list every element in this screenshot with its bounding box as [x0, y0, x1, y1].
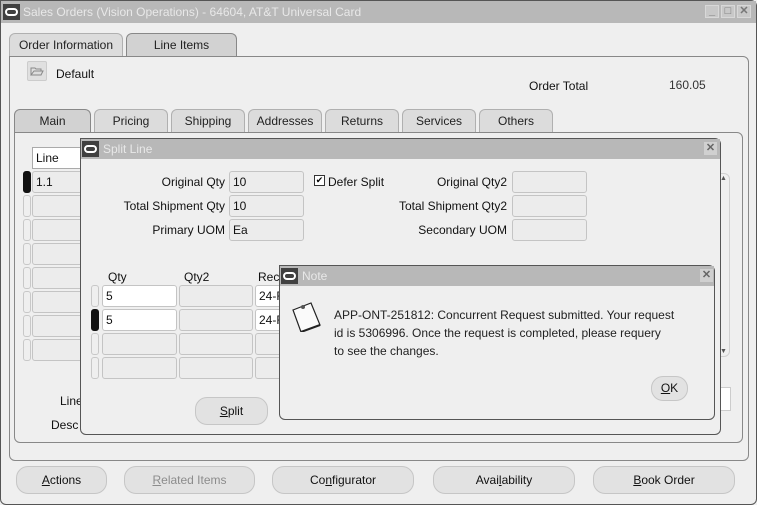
total-shipment-qty2-field[interactable] — [512, 195, 587, 217]
maximize-icon[interactable]: □ — [721, 5, 735, 18]
split-dialog-title: Split Line — [103, 142, 153, 156]
qty-cell[interactable]: 5 — [102, 309, 177, 331]
oracle-logo-icon — [82, 141, 99, 157]
tab-addresses[interactable]: Addresses — [248, 109, 322, 133]
original-qty-field[interactable]: 10 — [229, 171, 304, 193]
window-title: Sales Orders (Vision Operations) - 64604… — [23, 5, 362, 19]
window-titlebar[interactable]: Sales Orders (Vision Operations) - 64604… — [1, 1, 756, 23]
row-indicator[interactable] — [23, 339, 31, 361]
split-row-indicator[interactable] — [91, 333, 99, 355]
note-dialog: Note ✕ APP-ONT-251812: Concurrent Reques… — [279, 265, 715, 420]
actions-button[interactable]: Actions — [16, 466, 107, 494]
minimize-icon[interactable]: _ — [705, 5, 719, 18]
tab-pricing[interactable]: Pricing — [94, 109, 168, 133]
qty-cell[interactable] — [102, 333, 177, 355]
close-icon[interactable]: ✕ — [737, 5, 751, 18]
total-shipment-qty2-label: Total Shipment Qty2 — [398, 199, 507, 213]
order-total-label: Order Total — [529, 79, 589, 93]
folder-label: Default — [56, 67, 95, 81]
tab-order-information[interactable]: Order Information — [9, 33, 123, 57]
qty-cell[interactable] — [102, 357, 177, 379]
total-shipment-qty-label: Total Shipment Qty — [123, 199, 225, 213]
qty-cell[interactable]: 5 — [102, 285, 177, 307]
scroll-up-icon[interactable]: ▲ — [720, 175, 727, 182]
row-indicator[interactable] — [23, 315, 31, 337]
tab-main[interactable]: Main — [14, 109, 91, 133]
tab-others[interactable]: Others — [479, 109, 553, 133]
note-dialog-title: Note — [302, 269, 328, 283]
tab-returns[interactable]: Returns — [325, 109, 399, 133]
order-total-value: 160.05 — [669, 78, 706, 92]
qty2-column-header: Qty2 — [184, 270, 210, 284]
secondary-uom-label: Secondary UOM — [418, 223, 507, 237]
tab-line-items[interactable]: Line Items — [126, 33, 237, 57]
note-dialog-titlebar[interactable]: Note ✕ — [280, 266, 714, 286]
total-shipment-qty-field[interactable]: 10 — [229, 195, 304, 217]
split-dialog-titlebar[interactable]: Split Line ✕ — [81, 139, 720, 159]
primary-uom-label: Primary UOM — [152, 223, 225, 237]
tab-services[interactable]: Services — [402, 109, 476, 133]
secondary-uom-field[interactable] — [512, 219, 587, 241]
desc-label: Desc — [51, 418, 79, 432]
scroll-down-icon[interactable]: ▼ — [720, 348, 727, 355]
split-row-indicator[interactable] — [91, 285, 99, 307]
row-indicator[interactable] — [23, 171, 31, 193]
qty2-cell[interactable] — [179, 285, 253, 307]
oracle-logo-icon — [281, 268, 298, 284]
defer-split-checkbox[interactable]: ✔ — [314, 175, 325, 186]
original-qty2-field[interactable] — [512, 171, 587, 193]
tab-shipping[interactable]: Shipping — [171, 109, 245, 133]
qty2-cell[interactable] — [179, 309, 253, 331]
related-items-button[interactable]: Related Items — [124, 466, 255, 494]
row-indicator[interactable] — [23, 267, 31, 289]
book-order-button[interactable]: Book Order — [593, 466, 735, 494]
ok-button[interactable]: OK — [651, 376, 688, 401]
row-indicator[interactable] — [23, 219, 31, 241]
oracle-logo-icon — [3, 4, 20, 20]
primary-uom-field[interactable]: Ea — [229, 219, 304, 241]
qty2-cell[interactable] — [179, 357, 253, 379]
original-qty2-label: Original Qty2 — [436, 175, 507, 189]
configurator-button[interactable]: Configurator — [272, 466, 414, 494]
split-row-indicator[interactable] — [91, 357, 99, 379]
note-message: APP-ONT-251812: Concurrent Request submi… — [334, 308, 675, 358]
request-date-column-header: Rec — [258, 270, 280, 284]
row-indicator[interactable] — [23, 195, 31, 217]
row-indicator[interactable] — [23, 291, 31, 313]
close-icon[interactable]: ✕ — [704, 142, 717, 155]
folder-button[interactable] — [27, 61, 47, 81]
availability-button[interactable]: Availability — [433, 466, 575, 494]
qty2-cell[interactable] — [179, 333, 253, 355]
split-button[interactable]: Split — [195, 397, 268, 425]
note-paper-icon — [292, 302, 321, 332]
close-icon[interactable]: ✕ — [700, 269, 713, 282]
folder-open-icon — [30, 67, 44, 76]
split-row-indicator[interactable] — [91, 309, 99, 331]
row-indicator[interactable] — [23, 243, 31, 265]
qty-column-header: Qty — [108, 270, 127, 284]
original-qty-label: Original Qty — [161, 175, 225, 189]
